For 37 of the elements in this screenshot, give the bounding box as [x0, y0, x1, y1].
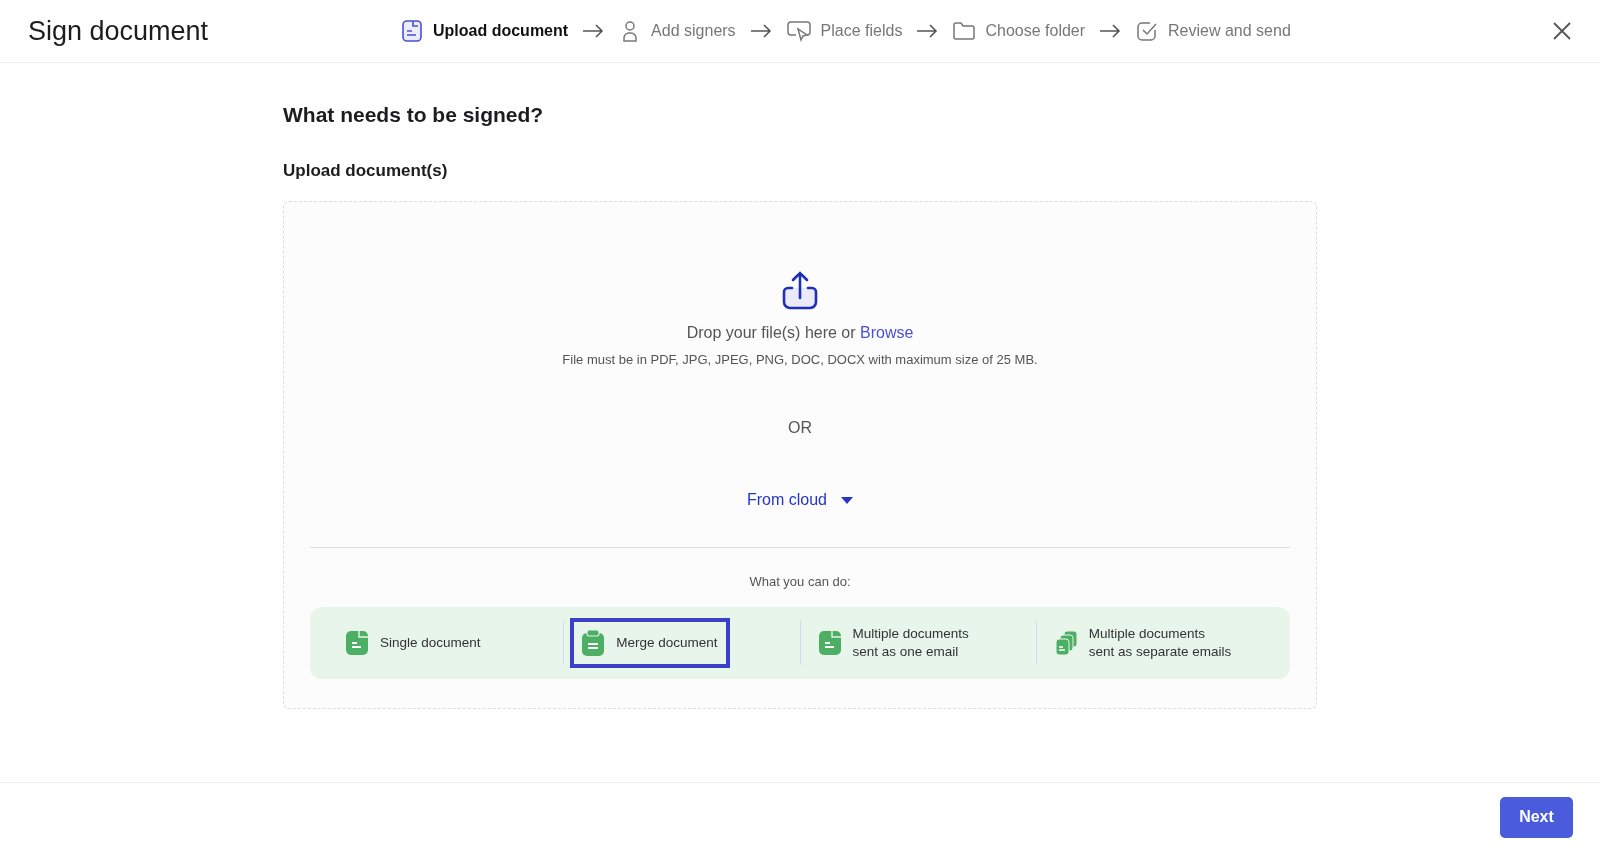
file-requirements-text: File must be in PDF, JPG, JPEG, PNG, DOC, DOCX with maximum size of 25 MB. [562, 352, 1038, 367]
arrow-icon [1099, 24, 1122, 38]
stacked-documents-icon [1054, 631, 1077, 655]
step-tab[interactable]: Choose folder [952, 19, 1086, 43]
checkbox-icon [1135, 19, 1160, 43]
document-icon [818, 631, 841, 655]
or-separator: OR [788, 419, 812, 437]
option-card[interactable]: Multiple documents sent as separate emails [1042, 613, 1244, 673]
option-label: Single document [380, 634, 481, 652]
arrow-icon [582, 24, 605, 38]
drop-instruction: Drop your file(s) here or Browse [686, 324, 914, 342]
option-card[interactable]: Merge document [570, 618, 730, 668]
option-card[interactable]: Multiple documents sent as one email [806, 613, 981, 673]
close-icon[interactable] [1552, 21, 1572, 41]
page-heading: What needs to be signed? [283, 103, 545, 127]
option-label: Multiple documents sent as one email [852, 625, 969, 661]
clipboard-icon [582, 630, 605, 656]
document-icon [400, 19, 424, 43]
step-tab[interactable]: Add signers [618, 19, 736, 43]
document-icon [346, 631, 368, 655]
options-title: What you can do: [749, 574, 851, 589]
window-title: Sign document [28, 15, 210, 47]
next-button[interactable]: Next [1500, 796, 1573, 838]
field-cursor-icon [785, 19, 812, 43]
section-label: Upload document(s) [283, 161, 449, 181]
browse-link[interactable]: Browse [860, 324, 914, 341]
arrow-icon [749, 24, 772, 38]
option-card[interactable]: Single document [334, 619, 493, 667]
step-tab[interactable]: Place fields [785, 19, 903, 43]
option-label: Multiple documents sent as separate emails [1088, 625, 1232, 661]
option-label: Merge document [616, 634, 718, 652]
step-tab[interactable]: Review and send [1135, 19, 1291, 43]
folder-icon [952, 19, 977, 43]
step-tab[interactable]: Upload document [400, 19, 569, 43]
from-cloud-dropdown[interactable]: From cloud [747, 491, 853, 509]
arrow-icon [916, 24, 939, 38]
caret-icon [841, 496, 853, 504]
